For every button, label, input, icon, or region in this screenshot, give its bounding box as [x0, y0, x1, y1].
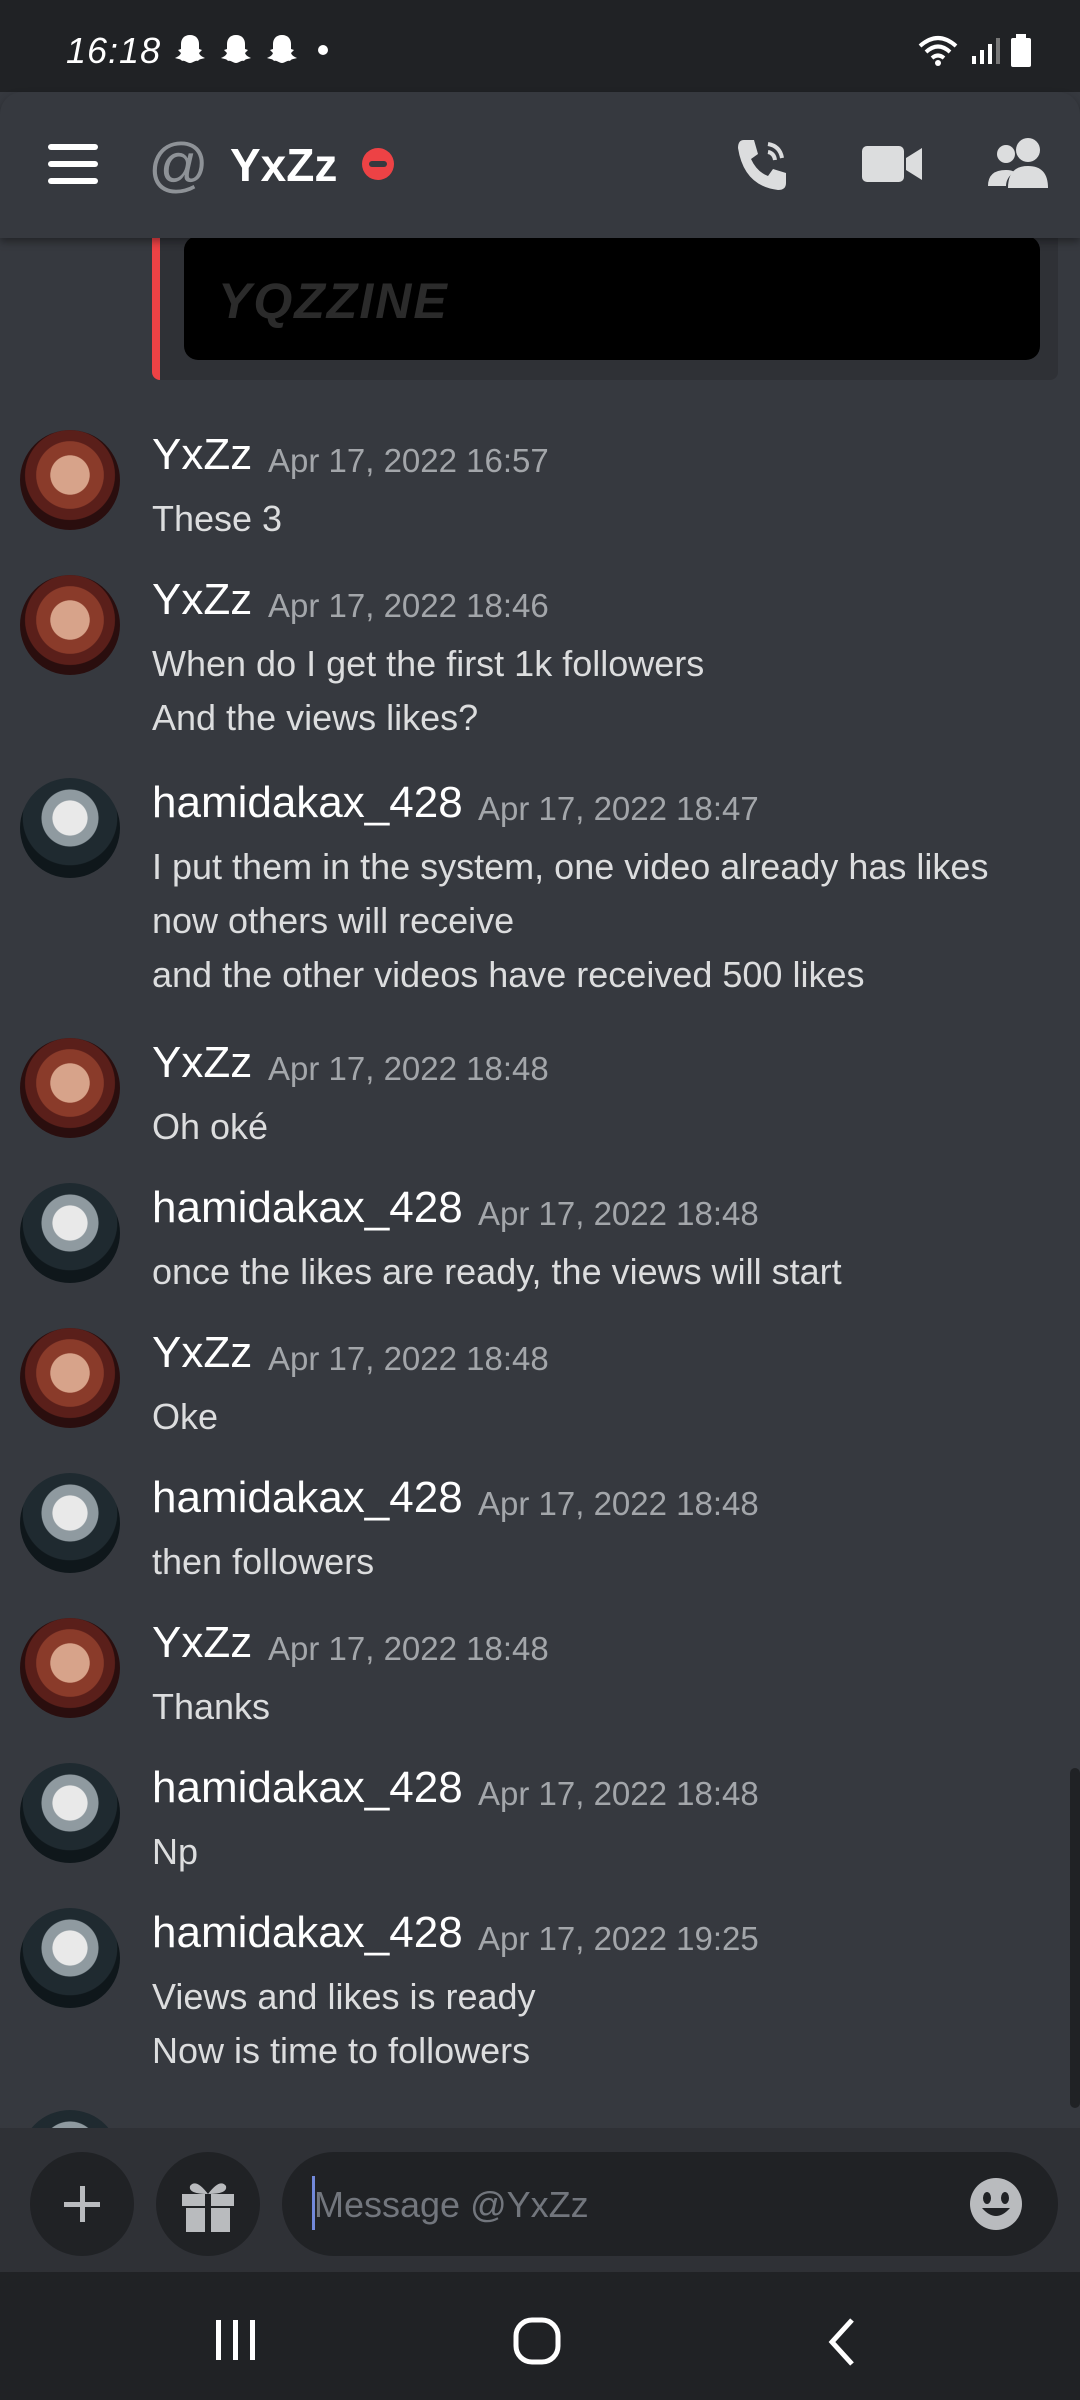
dnd-status-icon: [362, 148, 394, 180]
message-timestamp: Apr 17, 2022 18:48: [268, 1630, 549, 1667]
message-timestamp: Apr 17, 2022 16:57: [268, 442, 549, 479]
snapchat-icon: [175, 35, 205, 63]
message-content: Oh oké: [152, 1100, 268, 1154]
status-bar: 16:18: [0, 0, 1080, 92]
notification-icons: [172, 32, 328, 68]
avatar[interactable]: [20, 1763, 120, 1863]
emoji-icon[interactable]: [968, 2176, 1024, 2232]
avatar[interactable]: [20, 1473, 120, 1573]
message-author[interactable]: hamidakax_428: [152, 1473, 463, 1523]
status-time: 16:18: [66, 30, 162, 71]
message-content: These 3: [152, 492, 282, 546]
snapchat-icon: [221, 35, 251, 63]
message-content: I put them in the system, one video alre…: [152, 840, 988, 1002]
message-author[interactable]: YxZz: [152, 575, 252, 625]
message-timestamp: Apr 17, 2022 18:48: [478, 1485, 759, 1522]
channel-header: @ YxZz: [0, 92, 1080, 238]
message-content: Views and likes is ready Now is time to …: [152, 1970, 536, 2078]
message-timestamp: Apr 17, 2022 18:48: [478, 1195, 759, 1232]
message-line: Thanks: [152, 1686, 271, 1727]
system-navigation-bar: [0, 2272, 1080, 2400]
embed-image-text: YQZZINE: [218, 273, 449, 329]
system-status: [916, 34, 1032, 68]
message-line: and the other videos have received 500 l…: [152, 954, 865, 995]
message-author[interactable]: hamidakax_428: [152, 778, 463, 828]
recent-apps-icon[interactable]: [206, 2316, 266, 2364]
message-line: Now is time to followers: [152, 2030, 531, 2071]
avatar[interactable]: [20, 1038, 120, 1138]
avatar[interactable]: [20, 2110, 120, 2128]
message-author[interactable]: YxZz: [152, 1618, 252, 1668]
message-line: now others will receive: [152, 900, 515, 941]
plus-icon: [64, 2186, 100, 2222]
message-timestamp: Apr 17, 2022 18:48: [268, 1050, 549, 1087]
composer-bar: Message @YxZz: [0, 2128, 1080, 2272]
message-timestamp: Apr 17, 2022 18:48: [268, 1340, 549, 1377]
scrollbar[interactable]: [1070, 1768, 1080, 2108]
message-content: Np: [152, 1825, 198, 1879]
message-author[interactable]: YxZz: [152, 430, 252, 480]
voice-call-icon[interactable]: [730, 132, 794, 196]
at-sign-icon: @: [148, 131, 209, 198]
message-content: once the likes are ready, the views will…: [152, 1245, 842, 1299]
message-content: Thanks: [152, 1680, 270, 1734]
more-notifications-dot: [318, 45, 328, 55]
message-content: When do I get the first 1k followers And…: [152, 637, 704, 745]
message-line: And the views likes?: [152, 697, 479, 738]
message-timestamp: Apr 17, 2022 18:46: [268, 587, 549, 624]
message-line: Views and likes is ready: [152, 1976, 536, 2017]
message-line: Oke: [152, 1396, 219, 1437]
attach-button[interactable]: [30, 2152, 134, 2256]
menu-icon[interactable]: [48, 144, 98, 184]
channel-title: YxZz: [230, 139, 338, 191]
message-content: then followers: [152, 1535, 374, 1589]
message-line: These 3: [152, 498, 283, 539]
avatar[interactable]: [20, 575, 120, 675]
avatar[interactable]: [20, 1183, 120, 1283]
message-author[interactable]: YxZz: [152, 1328, 252, 1378]
avatar[interactable]: [20, 1618, 120, 1718]
message-input-placeholder: Message @YxZz: [314, 2184, 589, 2225]
message-timestamp: Apr 17, 2022 18:48: [478, 1775, 759, 1812]
home-icon[interactable]: [508, 2316, 568, 2368]
avatar[interactable]: [20, 778, 120, 878]
message-timestamp: Apr 17, 2022 18:47: [478, 790, 759, 827]
message-line: then followers: [152, 1541, 375, 1582]
message-line: I put them in the system, one video alre…: [152, 846, 989, 887]
wifi-icon: [918, 36, 958, 66]
message-line: Oh oké: [152, 1106, 269, 1147]
message-timestamp: Apr 17, 2022 19:25: [478, 1920, 759, 1957]
message-author[interactable]: hamidakax_428: [152, 1908, 463, 1958]
gift-button[interactable]: [156, 2152, 260, 2256]
message-content: Oke: [152, 1390, 218, 1444]
battery-icon: [1011, 34, 1031, 67]
message-list[interactable]: YQZZINE YxZz Apr 17, 2022 16:57 These 3 …: [0, 238, 1080, 2128]
back-icon[interactable]: [818, 2316, 866, 2368]
embed-image[interactable]: YQZZINE: [184, 238, 1040, 360]
avatar[interactable]: [20, 430, 120, 530]
message-author[interactable]: hamidakax_428: [152, 1183, 463, 1233]
message-line: Np: [152, 1831, 199, 1872]
video-call-icon[interactable]: [858, 132, 926, 196]
avatar[interactable]: [20, 1328, 120, 1428]
avatar[interactable]: [20, 1908, 120, 2008]
message-input[interactable]: Message @YxZz: [282, 2152, 1058, 2256]
member-list-icon[interactable]: [984, 132, 1054, 196]
signal-icon: [972, 38, 1000, 64]
snapchat-icon: [267, 35, 297, 63]
message-line: once the likes are ready, the views will…: [152, 1251, 842, 1292]
gift-icon: [182, 2183, 234, 2232]
message-author[interactable]: YxZz: [152, 1038, 252, 1088]
image-embed[interactable]: YQZZINE: [152, 238, 1058, 380]
message-author[interactable]: hamidakax_428: [152, 1763, 463, 1813]
message-line: When do I get the first 1k followers: [152, 643, 705, 684]
